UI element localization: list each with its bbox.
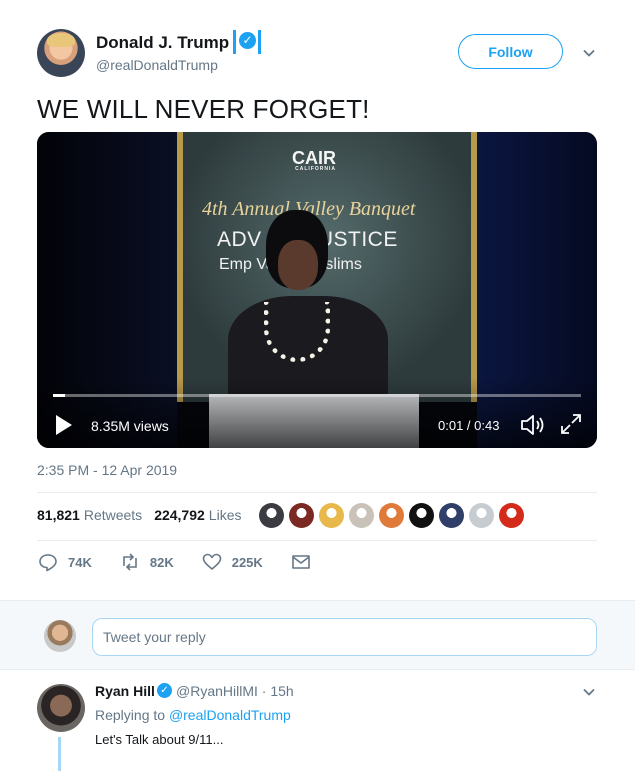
reply-author-name[interactable]: Ryan Hill (95, 683, 155, 699)
retweets-label[interactable]: Retweets (84, 507, 142, 523)
liker-avatar[interactable] (319, 503, 344, 528)
author-name[interactable]: Donald J. Trump (96, 33, 229, 53)
liker-avatar[interactable] (409, 503, 434, 528)
reply-button[interactable]: 74K (38, 552, 92, 572)
verified-icon: ✓ (157, 683, 172, 698)
retweets-count[interactable]: 81,821 (37, 507, 80, 523)
volume-icon[interactable] (520, 413, 546, 437)
liker-avatar[interactable] (439, 503, 464, 528)
tweet-card: Donald J. Trump ✓ @realDonaldTrump Follo… (0, 0, 635, 600)
follow-button[interactable]: Follow (458, 34, 563, 69)
likes-label[interactable]: Likes (209, 507, 242, 523)
liker-avatars (259, 503, 524, 528)
divider (37, 540, 597, 541)
video-controls-shade (37, 378, 597, 448)
reply-author-handle[interactable]: @RyanHillMI · 15h (176, 683, 294, 699)
envelope-icon (291, 555, 310, 569)
reply-text: Let's Talk about 9/11... (95, 732, 224, 747)
current-user-avatar[interactable] (44, 620, 76, 652)
video-logo-sub: CALIFORNIA (295, 166, 336, 172)
liker-avatar[interactable] (379, 503, 404, 528)
video-views: 8.35M views (91, 418, 169, 434)
speaker-face (278, 240, 318, 290)
thread-line (58, 737, 61, 771)
video-speaker (220, 204, 390, 406)
tweet-text: WE WILL NEVER FORGET! (37, 94, 370, 124)
author-handle[interactable]: @realDonaldTrump (96, 57, 218, 73)
chevron-down-icon[interactable] (582, 46, 596, 60)
video-progress-bar[interactable] (53, 394, 581, 397)
reply-input[interactable] (92, 618, 597, 656)
reply-avatar[interactable] (37, 684, 85, 732)
chevron-down-icon[interactable] (582, 685, 596, 699)
video-progress-fill (53, 394, 66, 397)
verified-icon: ✓ (239, 32, 256, 49)
direct-message-button[interactable] (291, 552, 321, 572)
play-icon[interactable] (54, 413, 74, 437)
liker-avatar[interactable] (289, 503, 314, 528)
replying-to-link[interactable]: @realDonaldTrump (169, 707, 291, 723)
video-player[interactable]: CAIR CALIFORNIA 4th Annual Valley Banque… (37, 132, 597, 448)
video-logo-text: CAIR (292, 148, 336, 168)
heart-icon (202, 553, 222, 570)
replying-prefix: Replying to (95, 707, 166, 723)
retweet-icon (123, 553, 137, 571)
verified-badge-frame: ✓ (233, 30, 261, 54)
reply-tweet: Ryan Hill ✓ @RyanHillMI · 15h Replying t… (0, 671, 635, 771)
liker-avatar[interactable] (499, 503, 524, 528)
reply-icon (39, 554, 57, 572)
liker-avatar[interactable] (469, 503, 494, 528)
reply-count: 74K (68, 554, 92, 570)
engagement-stats: 81,821 Retweets 224,792 Likes (37, 507, 253, 523)
liker-avatar[interactable] (349, 503, 374, 528)
divider (37, 492, 597, 493)
replying-to: Replying to @realDonaldTrump (95, 707, 291, 723)
tweet-timestamp[interactable]: 2:35 PM - 12 Apr 2019 (37, 462, 177, 478)
video-logo: CAIR CALIFORNIA (292, 148, 336, 172)
fullscreen-icon[interactable] (560, 413, 582, 435)
retweet-button[interactable]: 82K (120, 552, 174, 572)
avatar[interactable] (37, 29, 85, 77)
retweet-count: 82K (149, 554, 174, 570)
like-button[interactable]: 225K (202, 552, 263, 572)
video-time: 0:01 / 0:43 (438, 418, 500, 433)
reply-composer (0, 600, 635, 670)
liker-avatar[interactable] (259, 503, 284, 528)
like-count: 225K (231, 554, 263, 570)
avatar-hair (47, 33, 75, 47)
likes-count[interactable]: 224,792 (154, 507, 205, 523)
tweet-actions: 74K 82K 225K (38, 552, 349, 572)
